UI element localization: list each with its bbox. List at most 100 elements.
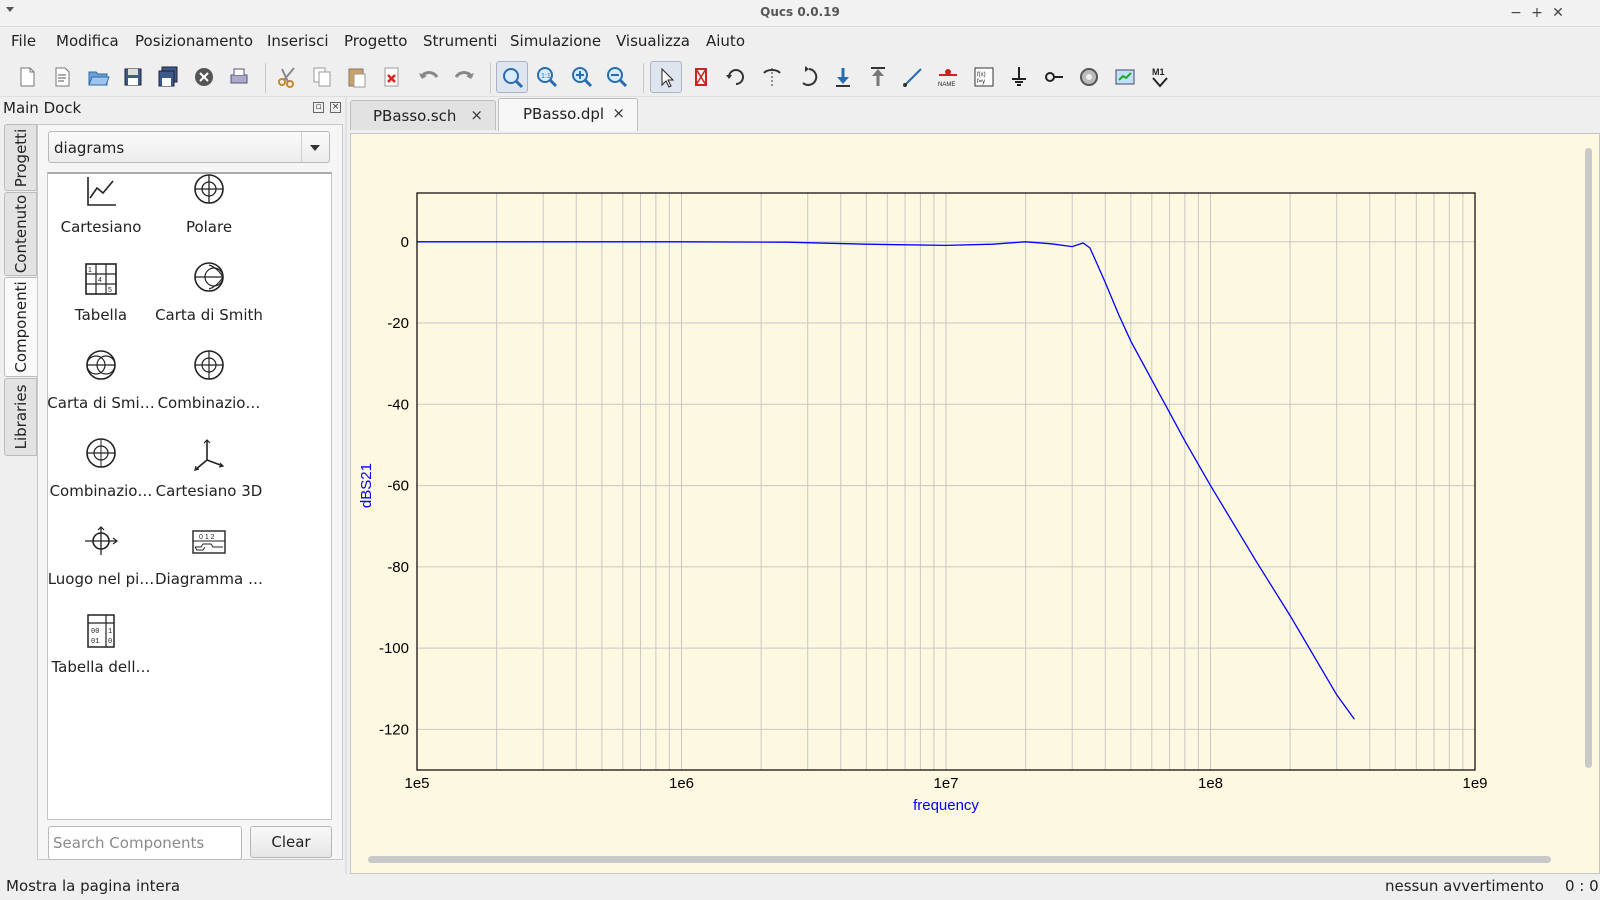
- component-item[interactable]: Cartesiano: [47, 174, 155, 254]
- component-item[interactable]: 0 1 2 Diagramma …: [155, 526, 263, 606]
- cartesian-3d-icon: [194, 439, 225, 471]
- maximize-button[interactable]: +: [1527, 3, 1547, 23]
- select-icon[interactable]: [650, 61, 682, 93]
- wire-icon[interactable]: [897, 61, 929, 93]
- component-item[interactable]: Luogo nel pi…: [47, 526, 155, 606]
- dock-float-button[interactable]: ▫: [313, 102, 324, 113]
- undo-icon[interactable]: [413, 61, 445, 93]
- menu-positioning[interactable]: Posizionamento: [135, 32, 253, 50]
- y-tick-label: -120: [379, 721, 409, 738]
- mirror-icon[interactable]: [756, 61, 788, 93]
- paste-icon[interactable]: [341, 61, 373, 93]
- cut-icon[interactable]: [271, 61, 303, 93]
- x-tick-label: 1e5: [404, 775, 429, 792]
- wire-label-icon[interactable]: NAME: [932, 61, 964, 93]
- series-layer: [417, 241, 1355, 720]
- component-item[interactable]: 145 Tabella: [47, 262, 155, 342]
- menu-tools[interactable]: Strumenti: [423, 32, 497, 50]
- component-item[interactable]: Carta di Smith: [155, 262, 263, 342]
- view-all-icon[interactable]: [496, 61, 528, 93]
- print-icon[interactable]: [223, 61, 255, 93]
- exit-subcircuit-icon[interactable]: [862, 61, 894, 93]
- menu-file[interactable]: File: [11, 32, 36, 50]
- equation-icon[interactable]: f(x) f=y: [968, 61, 1000, 93]
- menu-bar: File Modifica Posizionamento Inserisci P…: [0, 27, 1600, 55]
- open-icon[interactable]: [82, 61, 114, 93]
- new-text-icon[interactable]: [46, 61, 78, 93]
- menu-view[interactable]: Visualizza: [616, 32, 690, 50]
- dock-close-button[interactable]: ×: [330, 102, 341, 113]
- y-tick-label: -80: [387, 559, 409, 576]
- simulate-icon[interactable]: [1073, 61, 1105, 93]
- horizontal-scrollbar[interactable]: [368, 856, 1551, 863]
- tab-content[interactable]: Contenuto: [4, 192, 37, 276]
- menu-edit[interactable]: Modifica: [56, 32, 119, 50]
- tab-pbasso-sch[interactable]: PBasso.sch ×: [350, 100, 496, 130]
- component-label: Carta di Smi…: [47, 394, 155, 412]
- svg-text:0 1 2: 0 1 2: [199, 534, 215, 541]
- component-item[interactable]: 00 01 1 0 Tabella dell…: [47, 614, 155, 694]
- x-tick-label: 1e6: [669, 775, 694, 792]
- polar-diagram-icon: [194, 174, 224, 204]
- component-label: Combinazio…: [49, 482, 153, 500]
- close-icon[interactable]: [188, 61, 220, 93]
- copy-icon[interactable]: [306, 61, 338, 93]
- x-tick-label: 1e9: [1462, 775, 1487, 792]
- search-field[interactable]: [48, 826, 242, 860]
- rotate-icon[interactable]: [720, 61, 752, 93]
- zoom-in-icon[interactable]: [566, 61, 598, 93]
- minimize-button[interactable]: −: [1506, 3, 1526, 23]
- component-item[interactable]: Polare: [155, 174, 263, 254]
- grid: [416, 193, 1476, 770]
- category-select[interactable]: diagrams: [48, 131, 330, 163]
- component-item[interactable]: Combinazio…: [47, 438, 155, 518]
- display-results-icon[interactable]: [1109, 61, 1141, 93]
- smith-chart-icon: [194, 262, 224, 292]
- document-tabbar: PBasso.sch × PBasso.dpl ×: [350, 98, 1600, 131]
- save-all-icon[interactable]: [152, 61, 184, 93]
- new-file-icon[interactable]: [11, 61, 43, 93]
- clear-button[interactable]: Clear: [250, 826, 332, 858]
- mirror-y-icon[interactable]: [791, 61, 823, 93]
- diagram-canvas[interactable]: 0 -20 -40 -60 -80 -100 -120 1e5 1e6 1e7 1e8 1e9 fre…: [350, 133, 1600, 874]
- menu-simulation[interactable]: Simulazione: [510, 32, 601, 50]
- ground-icon[interactable]: [1003, 61, 1035, 93]
- component-item[interactable]: Carta di Smi…: [47, 350, 155, 430]
- dock-splitter[interactable]: [345, 97, 347, 875]
- cartesian-diagram[interactable]: 0 -20 -40 -60 -80 -100 -120 1e5 1e6 1e7 1e8 1e9 fre…: [351, 134, 1599, 873]
- truth-table-icon: 00 01 1 0: [87, 614, 115, 648]
- menu-insert[interactable]: Inserisci: [267, 32, 329, 50]
- zoom-out-icon[interactable]: [601, 61, 633, 93]
- tab-pbasso-dpl[interactable]: PBasso.dpl ×: [498, 98, 638, 131]
- series-line-dbs21[interactable]: [417, 241, 1355, 720]
- tab-close-icon[interactable]: ×: [470, 106, 483, 124]
- component-item[interactable]: Combinazio…: [155, 350, 263, 430]
- marker-icon[interactable]: M1: [1144, 61, 1176, 93]
- warnings-status: nessun avvertimento: [1385, 877, 1544, 895]
- enter-subcircuit-icon[interactable]: [827, 61, 859, 93]
- port-icon[interactable]: [1038, 61, 1070, 93]
- component-list: Cartesiano Polare 145 Tabella Carta di S…: [47, 172, 332, 820]
- component-label: Tabella dell…: [51, 658, 151, 676]
- view-one-to-one-icon[interactable]: 1:1: [531, 61, 563, 93]
- redo-icon[interactable]: [448, 61, 480, 93]
- tab-components[interactable]: Componenti: [4, 277, 37, 377]
- window-close-button[interactable]: ✕: [1548, 3, 1568, 23]
- tab-close-icon[interactable]: ×: [612, 104, 625, 122]
- tab-components-label: Componenti: [12, 281, 30, 373]
- search-input[interactable]: [49, 827, 241, 859]
- tab-libraries[interactable]: Libraries: [4, 378, 37, 456]
- toolbar-separator: [490, 63, 491, 93]
- menu-project[interactable]: Progetto: [344, 32, 408, 50]
- save-icon[interactable]: [117, 61, 149, 93]
- deactivate-icon[interactable]: [685, 61, 717, 93]
- component-item[interactable]: Cartesiano 3D: [155, 438, 263, 518]
- vertical-scrollbar[interactable]: [1585, 148, 1592, 768]
- delete-icon[interactable]: [376, 61, 408, 93]
- menu-help[interactable]: Aiuto: [706, 32, 745, 50]
- tab-projects[interactable]: Progetti: [4, 124, 37, 191]
- polar-smith-combo-icon: [194, 350, 224, 380]
- smith-polar-combo-icon: [86, 438, 116, 468]
- component-label: Combinazio…: [157, 394, 261, 412]
- component-label: Cartesiano: [60, 218, 142, 236]
